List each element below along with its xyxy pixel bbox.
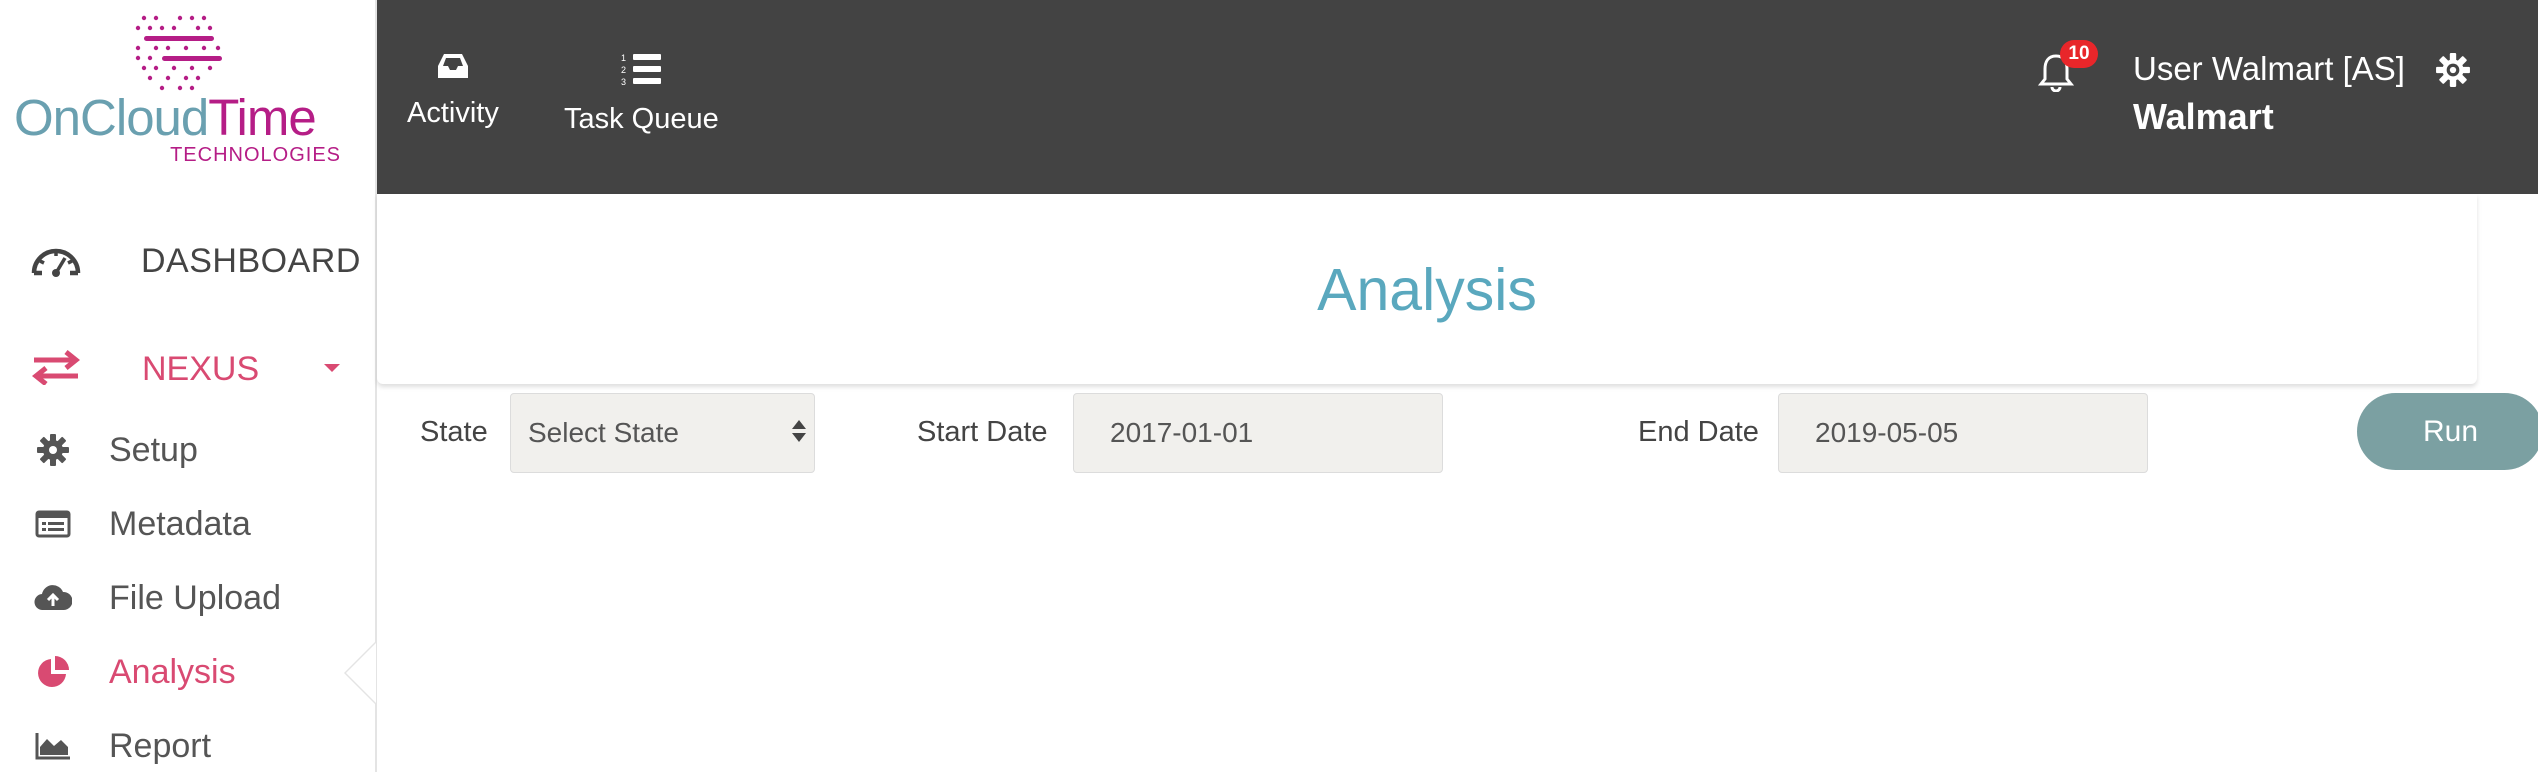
active-item-indicator: [344, 641, 376, 705]
svg-text:1: 1: [621, 53, 626, 63]
activity-button[interactable]: Activity: [407, 52, 499, 130]
logo-wordmark-part2: Time: [208, 89, 316, 146]
gear-icon: [32, 433, 74, 467]
end-date-input[interactable]: [1778, 393, 2148, 473]
logo-dots-icon: [135, 15, 222, 91]
area-chart-icon: [32, 731, 74, 761]
task-queue-button[interactable]: 1 2 3 Task Queue: [564, 52, 719, 136]
sidebar-item-setup[interactable]: Setup: [32, 427, 332, 473]
sidebar-item-label: DASHBOARD: [141, 241, 361, 280]
state-select-value: Select State: [528, 417, 679, 448]
settings-gear-icon[interactable]: [2435, 52, 2471, 88]
task-queue-label: Task Queue: [564, 103, 719, 135]
page-title: Analysis: [1317, 257, 1537, 323]
logo-wordmark: OnCloudTime: [14, 89, 317, 146]
end-date-label: End Date: [1638, 416, 1759, 448]
cloud-upload-icon: [32, 584, 74, 612]
list-card-icon: [32, 510, 74, 538]
inbox-icon: [436, 52, 470, 85]
sidebar-item-label: File Upload: [109, 578, 281, 617]
user-name[interactable]: User Walmart [AS]: [2133, 50, 2405, 88]
logo-subtitle: TECHNOLOGIES: [170, 144, 341, 166]
state-label: State: [420, 416, 488, 448]
sidebar-item-metadata[interactable]: Metadata: [32, 501, 332, 547]
run-button[interactable]: Run: [2357, 393, 2538, 470]
sidebar-item-analysis[interactable]: Analysis: [32, 649, 332, 695]
sidebar-item-report[interactable]: Report: [32, 723, 332, 769]
activity-label: Activity: [407, 97, 499, 129]
user-organization: Walmart: [2133, 96, 2274, 137]
company-logo[interactable]: OnCloudTime TECHNOLOGIES: [0, 0, 377, 175]
sidebar-item-nexus[interactable]: NEXUS: [30, 344, 340, 394]
sidebar-item-dashboard[interactable]: DASHBOARD: [30, 236, 360, 286]
start-date-input[interactable]: [1073, 393, 1443, 473]
start-date-label: Start Date: [917, 416, 1048, 448]
numbered-list-icon: 1 2 3: [621, 52, 662, 91]
svg-text:3: 3: [621, 77, 626, 86]
chevron-down-icon: [324, 364, 340, 372]
state-select[interactable]: Select State: [510, 393, 815, 473]
sidebar-item-label: Report: [109, 726, 212, 765]
sidebar-item-label: Metadata: [109, 504, 251, 543]
sidebar-item-label: NEXUS: [142, 349, 260, 388]
sidebar-item-file-upload[interactable]: File Upload: [32, 575, 332, 621]
notification-count-badge: 10: [2060, 40, 2098, 68]
sidebar-item-label: Setup: [109, 430, 198, 469]
logo-wordmark-part1: OnCloud: [14, 89, 209, 146]
sidebar: OnCloudTime TECHNOLOGIES DASHBOARD NEXUS: [0, 0, 377, 772]
exchange-arrows-icon: [30, 349, 82, 390]
select-arrows-icon: [792, 420, 806, 442]
sidebar-item-label: Analysis: [109, 652, 236, 691]
svg-text:2: 2: [621, 65, 626, 75]
gauge-icon: [30, 243, 82, 279]
pie-chart-icon: [32, 655, 74, 689]
